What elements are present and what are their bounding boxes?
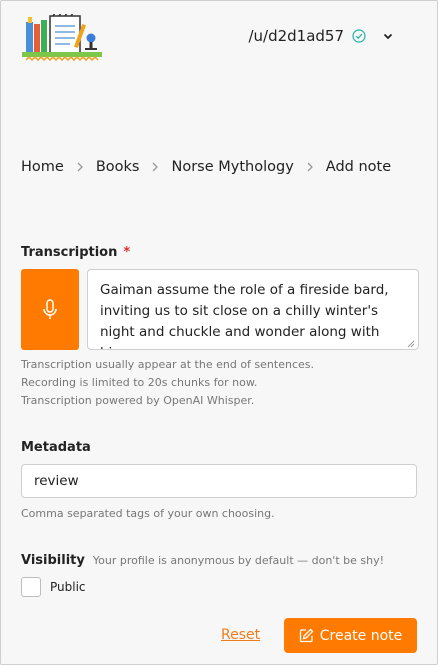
- record-button[interactable]: [21, 269, 79, 350]
- public-checkbox-label[interactable]: Public: [50, 580, 86, 594]
- visibility-note: Your profile is anonymous by default — d…: [92, 554, 385, 567]
- visibility-label-text: Visibility: [21, 553, 85, 568]
- create-note-button[interactable]: Create note: [284, 618, 417, 653]
- check-circle-icon: [352, 29, 366, 43]
- edit-icon: [299, 628, 314, 643]
- chevron-down-icon[interactable]: [382, 30, 394, 42]
- resize-grip-icon[interactable]: [406, 339, 415, 348]
- help-line: Transcription usually appear at the end …: [21, 358, 314, 371]
- breadcrumb-current: Add note: [325, 159, 392, 175]
- help-line: Transcription powered by OpenAI Whisper.: [21, 394, 255, 407]
- transcription-label: Transcription *: [21, 245, 130, 260]
- chevron-right-icon: [153, 162, 159, 172]
- breadcrumb-home[interactable]: Home: [21, 159, 64, 175]
- public-checkbox[interactable]: [21, 577, 41, 597]
- chevron-right-icon: [307, 162, 313, 172]
- logo-icon[interactable]: [22, 14, 102, 66]
- required-mark: *: [123, 245, 131, 260]
- breadcrumb: Home Books Norse Mythology Add note: [21, 159, 391, 175]
- help-line: Recording is limited to 20s chunks for n…: [21, 376, 258, 389]
- breadcrumb-book-title[interactable]: Norse Mythology: [171, 159, 293, 175]
- breadcrumb-books[interactable]: Books: [96, 159, 140, 175]
- visibility-label: Visibility Your profile is anonymous by d…: [21, 553, 384, 568]
- user-menu[interactable]: /u/d2d1ad57: [248, 27, 394, 45]
- reset-link[interactable]: Reset: [221, 627, 260, 643]
- create-note-label[interactable]: Create note: [320, 628, 403, 644]
- transcription-textarea[interactable]: Gaiman assume the role of a fireside bar…: [87, 269, 419, 350]
- microphone-icon: [43, 298, 57, 319]
- transcription-help: Transcription usually appear at the end …: [21, 356, 314, 410]
- metadata-help: Comma separated tags of your own choosin…: [21, 507, 275, 520]
- metadata-input[interactable]: [21, 464, 417, 498]
- username[interactable]: /u/d2d1ad57: [248, 27, 344, 45]
- chevron-right-icon: [77, 162, 83, 172]
- metadata-label: Metadata: [21, 440, 91, 455]
- transcription-label-text: Transcription: [21, 245, 118, 260]
